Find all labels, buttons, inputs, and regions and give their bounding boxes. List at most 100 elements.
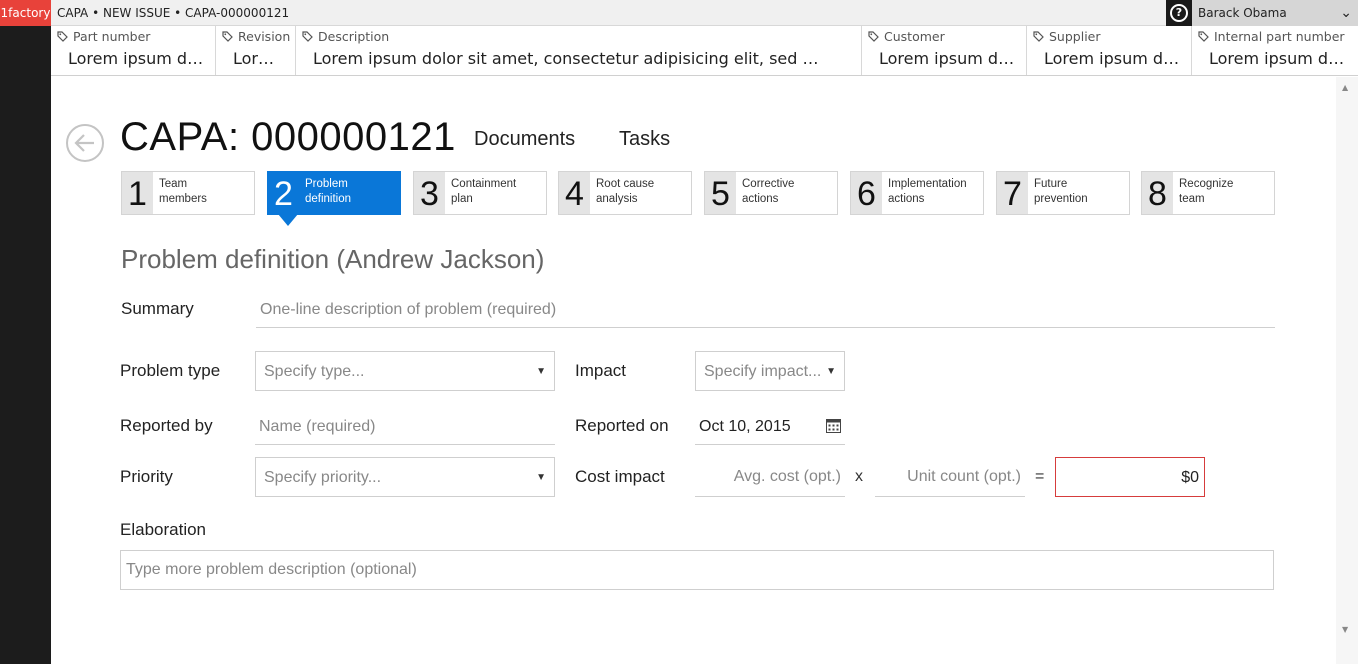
tag-icon [1198, 31, 1209, 42]
unit-count-input[interactable]: Unit count (opt.) [875, 462, 1025, 497]
help-button[interactable]: ? [1166, 0, 1192, 26]
tag-icon [222, 31, 233, 42]
impact-select[interactable]: Specify impact... ▼ [695, 351, 845, 391]
reported-by-input[interactable]: Name (required) [255, 414, 555, 445]
caret-down-icon: ▼ [536, 366, 546, 377]
calendar-icon[interactable] [826, 418, 841, 433]
attr-value: Lorem ipsum d… [68, 49, 204, 68]
step-number: 7 [997, 172, 1028, 214]
attr-value: Lorem ipsum dolor sit amet, consectetur … [313, 49, 819, 68]
step-team-members[interactable]: 1 Team members [121, 171, 255, 215]
caret-down-icon: ▼ [826, 366, 836, 377]
attribute-bar: Part number Lorem ipsum d… Revision Lor…… [51, 26, 1358, 76]
step-label: members [159, 193, 207, 205]
step-problem-definition[interactable]: 2 Problem definition [267, 171, 401, 226]
step-number: 2 [268, 172, 299, 214]
step-corrective-actions[interactable]: 5 Corrective actions [704, 171, 838, 215]
step-number: 3 [414, 172, 445, 214]
summary-label: Summary [121, 299, 194, 318]
step-label: plan [451, 193, 473, 205]
step-label: team [1179, 193, 1205, 205]
left-sidebar [0, 26, 51, 664]
step-label: Containment [451, 178, 517, 190]
step-label: Implementation [888, 178, 967, 190]
scroll-up-icon[interactable]: ▲ [1342, 83, 1348, 92]
attr-label: Revision [238, 29, 291, 44]
priority-select[interactable]: Specify priority... ▼ [255, 457, 555, 497]
step-label: analysis [596, 193, 638, 205]
attr-label: Description [318, 29, 390, 44]
step-label: actions [888, 193, 925, 205]
attr-internal-part-number[interactable]: Internal part number Lorem ipsum d… [1192, 26, 1358, 75]
tag-icon [868, 31, 879, 42]
attr-label: Internal part number [1214, 29, 1345, 44]
caret-down-icon: ▼ [536, 472, 546, 483]
reported-by-label: Reported by [120, 416, 213, 435]
step-label: Corrective [742, 178, 795, 190]
breadcrumb: CAPA • NEW ISSUE • CAPA-000000121 [57, 6, 290, 20]
priority-label: Priority [120, 467, 173, 486]
scrollbar[interactable]: ▲ ▼ [1336, 77, 1358, 664]
back-button[interactable] [66, 124, 104, 162]
step-label: Root cause [596, 178, 655, 190]
step-label: definition [305, 193, 352, 205]
attr-revision[interactable]: Revision Lor… [216, 26, 296, 75]
top-bar: 1factory CAPA • NEW ISSUE • CAPA-0000001… [0, 0, 1358, 26]
step-label: actions [742, 193, 779, 205]
step-label: prevention [1034, 193, 1088, 205]
multiply-sign: x [855, 468, 863, 485]
scroll-down-icon[interactable]: ▼ [1342, 625, 1348, 634]
impact-label: Impact [575, 361, 627, 380]
section-title: Problem definition (Andrew Jackson) [121, 244, 545, 274]
tag-icon [57, 31, 68, 42]
step-implementation-actions[interactable]: 6 Implementation actions [850, 171, 984, 215]
attr-value: Lorem ipsum d… [879, 49, 1015, 68]
summary-input[interactable]: One-line description of problem (require… [256, 298, 1275, 328]
step-label: Team [159, 178, 188, 190]
chevron-down-icon: ⌄ [1340, 5, 1352, 21]
tasks-link[interactable]: Tasks [619, 128, 670, 151]
problem-type-select[interactable]: Specify type... ▼ [255, 351, 555, 391]
step-number: 4 [559, 172, 590, 214]
attr-label: Customer [884, 29, 945, 44]
user-name: Barack Obama [1198, 6, 1287, 20]
step-containment-plan[interactable]: 3 Containment plan [413, 171, 547, 215]
tag-icon [1033, 31, 1044, 42]
attr-label: Supplier [1049, 29, 1101, 44]
attr-customer[interactable]: Customer Lorem ipsum d… [862, 26, 1027, 75]
attr-description[interactable]: Description Lorem ipsum dolor sit amet, … [296, 26, 862, 75]
user-menu[interactable]: Barack Obama ⌄ [1192, 0, 1358, 26]
step-label: Future [1034, 178, 1068, 190]
step-number: 6 [851, 172, 882, 214]
attr-supplier[interactable]: Supplier Lorem ipsum d… [1027, 26, 1192, 75]
problem-type-label: Problem type [120, 361, 221, 380]
step-root-cause-analysis[interactable]: 4 Root cause analysis [558, 171, 692, 215]
attr-value: Lorem ipsum d… [1209, 49, 1345, 68]
reported-on-label: Reported on [575, 416, 669, 435]
priority-value: Specify priority... [264, 469, 382, 486]
step-number: 8 [1142, 172, 1173, 214]
page-title: CAPA: 000000121 [120, 115, 456, 159]
cost-total-field[interactable]: $0 [1055, 457, 1205, 497]
elaboration-textarea[interactable]: Type more problem description (optional) [120, 550, 1274, 590]
equals-sign: = [1035, 468, 1045, 485]
app-logo[interactable]: 1factory [0, 0, 51, 26]
impact-value: Specify impact... [704, 363, 822, 380]
attr-label: Part number [73, 29, 151, 44]
reported-on-date-input[interactable]: Oct 10, 2015 [695, 414, 845, 445]
step-number: 1 [122, 172, 153, 214]
problem-type-value: Specify type... [264, 363, 365, 380]
attr-part-number[interactable]: Part number Lorem ipsum d… [51, 26, 216, 75]
step-label: Problem [305, 178, 348, 190]
tag-icon [302, 31, 313, 42]
step-recognize-team[interactable]: 8 Recognize team [1141, 171, 1275, 215]
arrow-left-icon [74, 134, 94, 152]
help-icon: ? [1170, 4, 1188, 22]
avg-cost-input[interactable]: Avg. cost (opt.) [695, 462, 845, 497]
step-label: Recognize [1179, 178, 1234, 190]
attr-value: Lor… [233, 49, 274, 68]
step-future-prevention[interactable]: 7 Future prevention [996, 171, 1130, 215]
documents-link[interactable]: Documents [474, 128, 575, 151]
step-number: 5 [705, 172, 736, 214]
attr-value: Lorem ipsum d… [1044, 49, 1180, 68]
